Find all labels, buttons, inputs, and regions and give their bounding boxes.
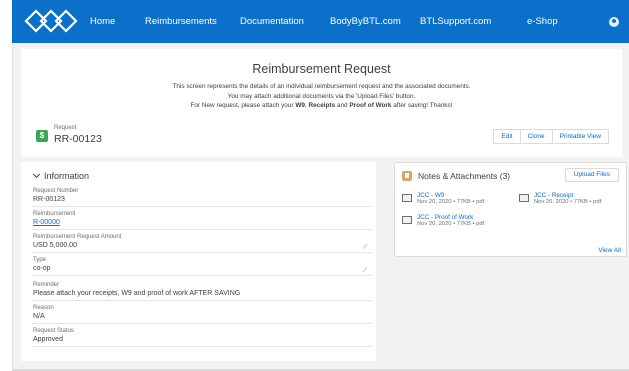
description-w9: W9 xyxy=(295,102,305,110)
clone-button[interactable]: Clone xyxy=(520,129,553,144)
btl-logo[interactable] xyxy=(24,5,78,37)
field-type: Type co-op xyxy=(32,255,372,276)
field-reminder: Reminder Please attach your receipts, W9… xyxy=(32,278,372,301)
nav-link-home[interactable]: Home xyxy=(90,16,115,27)
information-section-toggle[interactable]: Information xyxy=(32,170,90,181)
edit-pencil-icon[interactable] xyxy=(362,267,368,272)
attachment-meta: Nov 20, 2020 • 77KB • pdf xyxy=(417,199,485,205)
nav-link-documentation[interactable]: Documentation xyxy=(240,16,304,27)
attachment-name[interactable]: JCC - Proof of Work xyxy=(417,214,473,221)
description-text: For New request, please attach your xyxy=(190,102,296,110)
attachment-item-proof-of-work[interactable]: JCC - Proof of Work Nov 20, 2020 • 77KB … xyxy=(402,214,512,230)
printable-view-button[interactable]: Printable View xyxy=(552,129,609,144)
description-proof-of-work: Proof of Work xyxy=(349,102,392,110)
reimbursement-record-icon xyxy=(36,130,48,142)
page-content: Reimbursement Request This screen repres… xyxy=(12,43,629,371)
file-icon xyxy=(519,194,529,202)
description-line-2: You may attach additional documents via … xyxy=(227,92,416,100)
field-value: co-op xyxy=(33,265,51,272)
description-line-3: For New request, please attach your W9, … xyxy=(21,101,622,111)
field-request-amount: Reimbursement Request Amount USD 5,000.0… xyxy=(32,232,372,253)
attachment-name[interactable]: JCC - W9 xyxy=(417,192,444,199)
field-request-status: Request Status Approved xyxy=(32,326,372,347)
top-navigation-bar: Home Reimbursements Documentation BodyBy… xyxy=(12,0,629,43)
nav-link-reimbursements[interactable]: Reimbursements xyxy=(145,16,217,27)
field-value: N/A xyxy=(33,313,45,320)
field-value: Approved xyxy=(33,336,63,343)
nav-link-btlsupport[interactable]: BTLSupport.com xyxy=(420,16,491,27)
field-label: Reason xyxy=(33,305,54,311)
nav-link-eshop[interactable]: e-Shop xyxy=(527,16,558,27)
field-label: Reimbursement xyxy=(33,211,76,217)
edit-button[interactable]: Edit xyxy=(493,129,521,144)
edit-pencil-icon[interactable] xyxy=(362,244,368,249)
information-section-title: Information xyxy=(44,171,90,181)
user-avatar-icon[interactable] xyxy=(609,17,619,27)
page-left-margin xyxy=(0,43,12,371)
description-text: after saving! Thanks! xyxy=(391,102,453,110)
field-label: Reminder xyxy=(33,282,60,288)
field-value: USD 5,000.00 xyxy=(33,242,77,249)
record-action-buttons: Edit Clone Printable View xyxy=(493,129,609,144)
page-description: This screen represents the details of an… xyxy=(21,82,622,111)
field-reason: Reason N/A xyxy=(32,303,372,324)
attachment-name[interactable]: JCC - Receipt xyxy=(534,192,573,199)
field-request-number: Request Number RR-00123 xyxy=(32,186,372,207)
page-title: Reimbursement Request xyxy=(252,62,391,76)
notes-attachments-title[interactable]: Notes & Attachments (3) xyxy=(418,171,510,181)
field-label: Reimbursement Request Amount xyxy=(33,234,122,240)
attachment-item-w9[interactable]: JCC - W9 Nov 20, 2020 • 77KB • pdf xyxy=(402,192,512,208)
information-section: Information Request Number RR-00123 Reim… xyxy=(21,162,376,361)
chevron-down-icon xyxy=(32,170,41,179)
attachment-meta: Nov 20, 2020 • 77KB • pdf xyxy=(534,199,602,205)
notes-attachments-card: Notes & Attachments (3) Upload Files JCC… xyxy=(394,162,627,257)
attachment-item-receipt[interactable]: JCC - Receipt Nov 20, 2020 • 77KB • pdf xyxy=(519,192,624,208)
attachment-icon xyxy=(402,171,412,181)
description-text: and xyxy=(335,102,350,110)
attachment-meta: Nov 20, 2020 • 77KB • pdf xyxy=(417,221,485,227)
upload-files-button[interactable]: Upload Files xyxy=(564,168,619,182)
reimbursement-link[interactable]: R-00000 xyxy=(33,219,60,226)
field-reimbursement: Reimbursement R-00000 xyxy=(32,209,372,230)
nav-link-bodybybtl[interactable]: BodyByBTL.com xyxy=(330,16,401,27)
field-label: Request Status xyxy=(33,328,75,334)
record-name: RR-00123 xyxy=(54,133,102,145)
field-value: RR-00123 xyxy=(33,196,65,203)
record-type-label: Request xyxy=(54,125,77,131)
file-icon xyxy=(402,194,412,202)
record-header-card: Reimbursement Request This screen repres… xyxy=(21,49,622,157)
file-icon xyxy=(402,216,412,224)
description-line-1: This screen represents the details of an… xyxy=(172,83,471,90)
field-label: Request Number xyxy=(33,188,79,194)
description-receipts: Receipts xyxy=(308,102,336,110)
view-all-link[interactable]: View All xyxy=(598,247,621,254)
field-value: Please attach your receipts, W9 and proo… xyxy=(33,290,241,297)
field-label: Type xyxy=(33,257,47,263)
